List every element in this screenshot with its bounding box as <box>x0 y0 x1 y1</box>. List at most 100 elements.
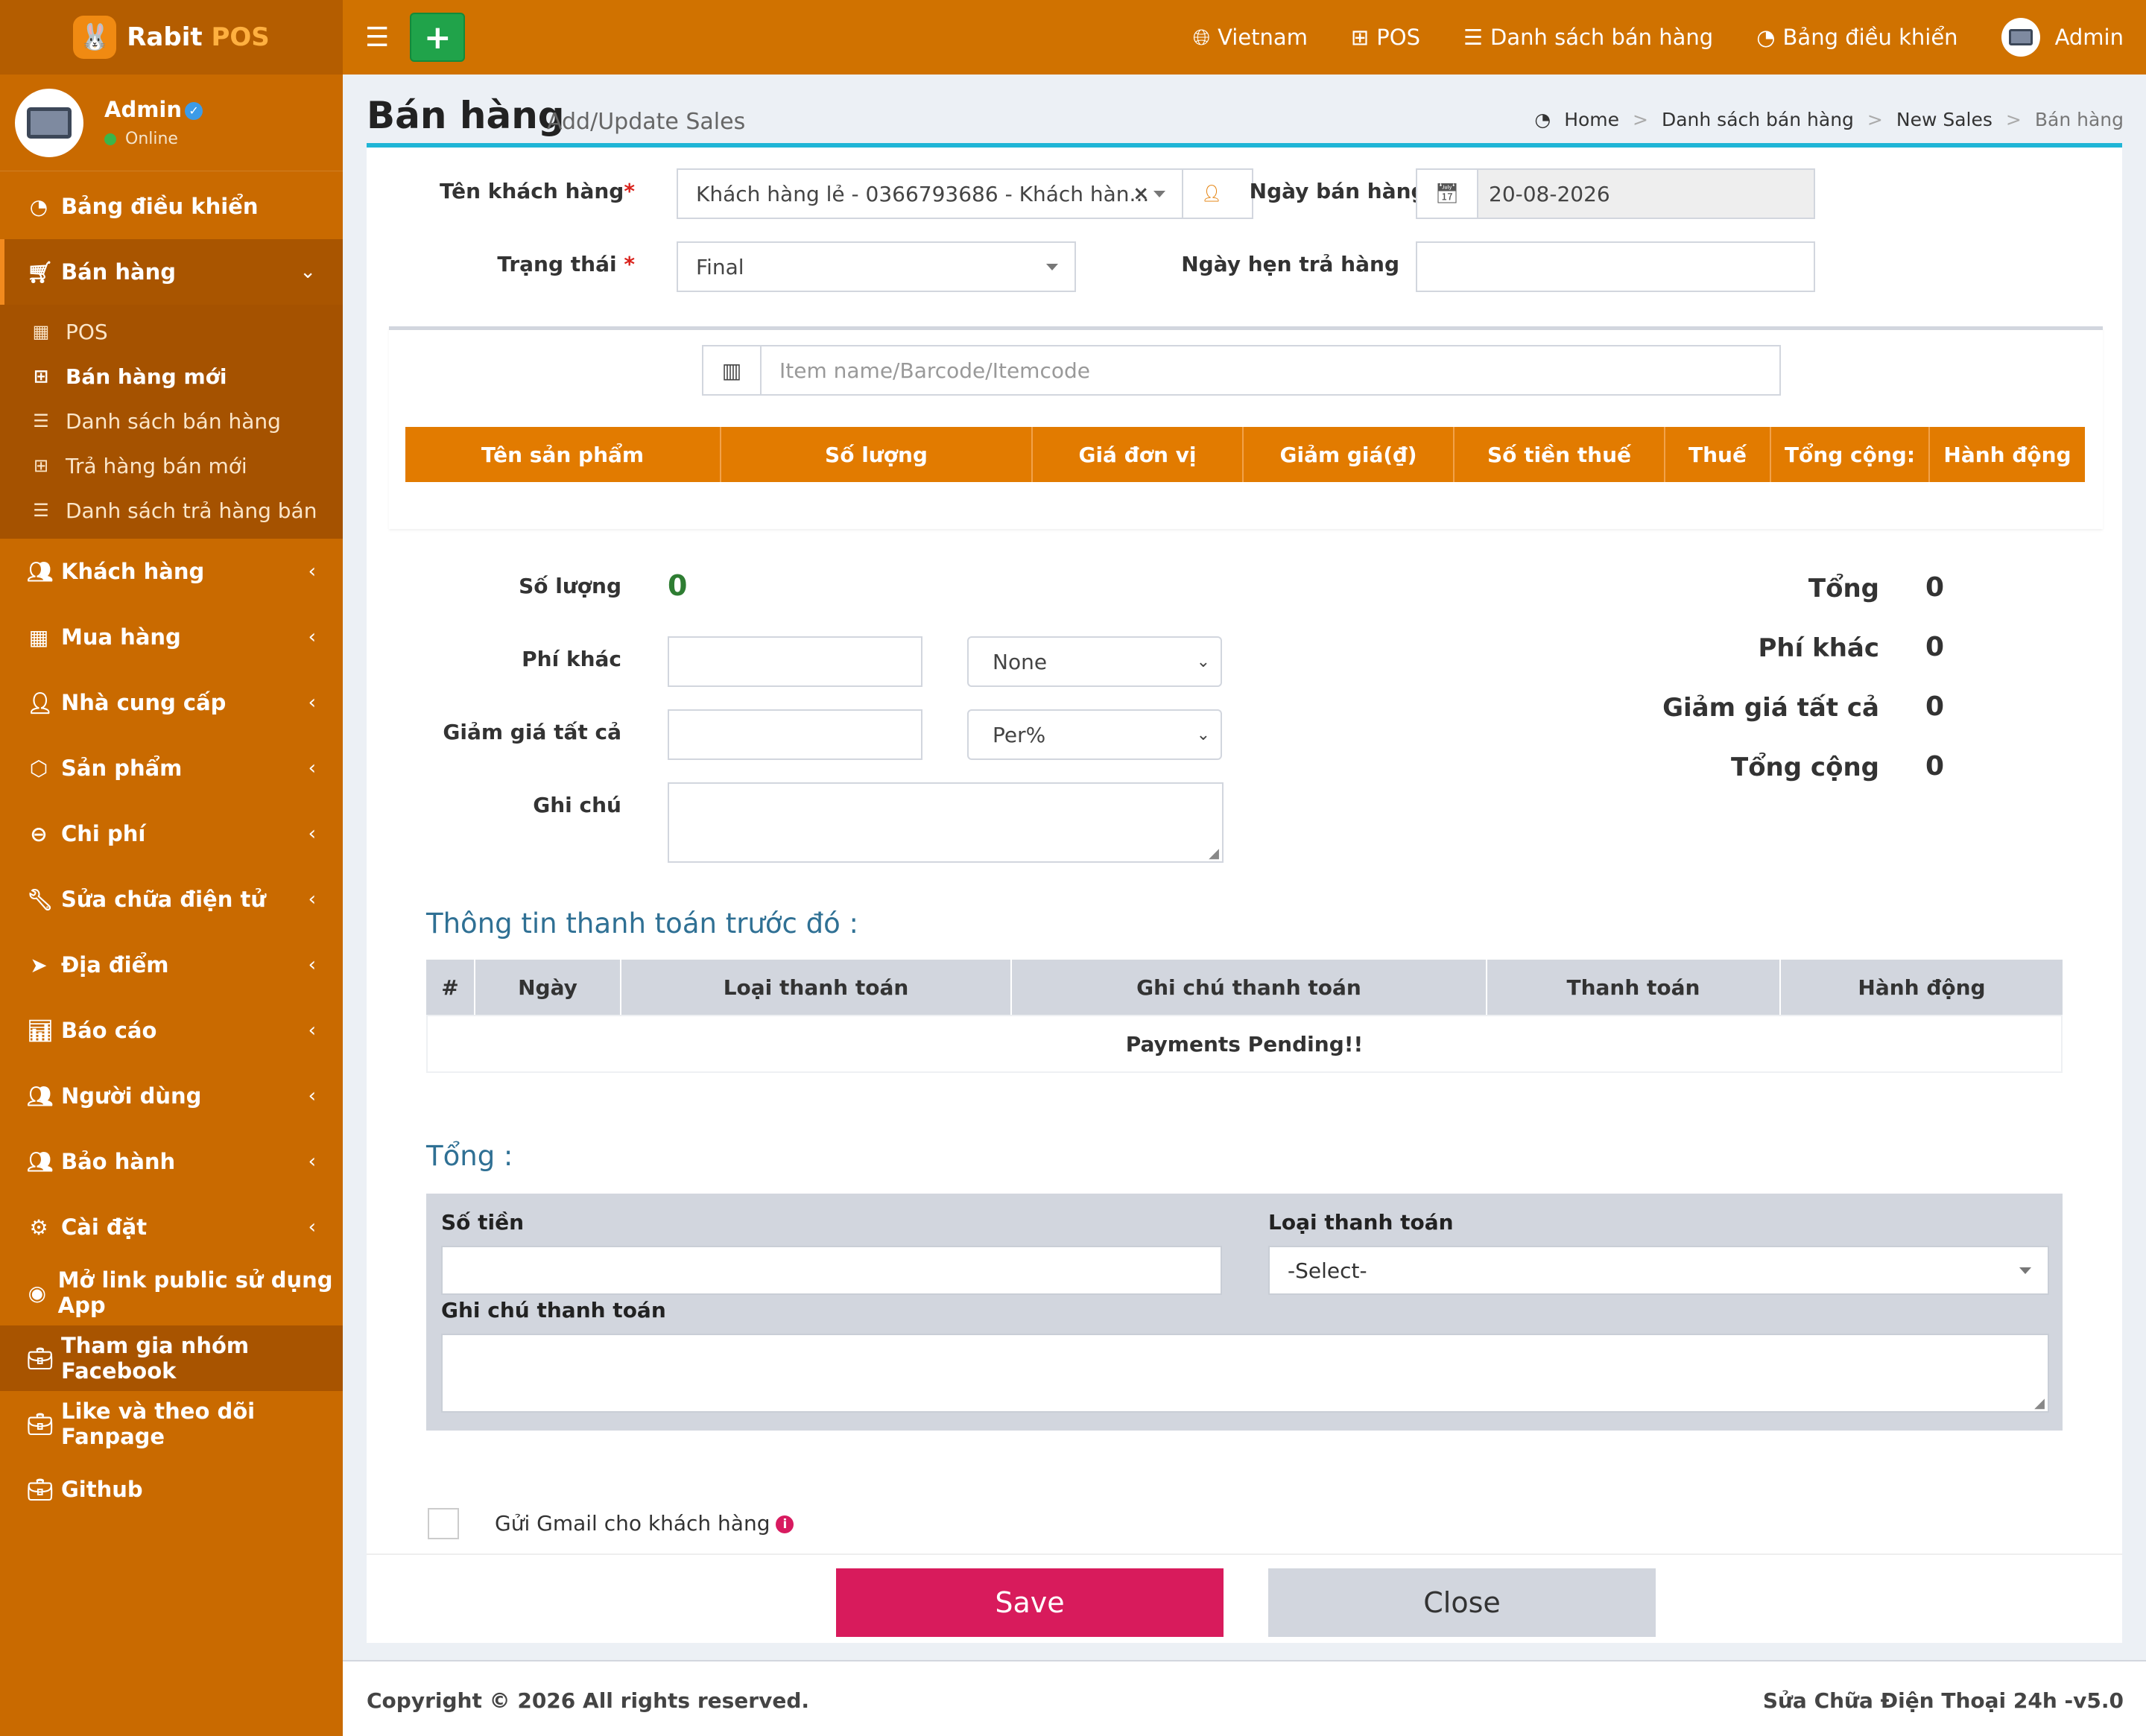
nav-language[interactable]: 🌐︎ Vietnam <box>1193 25 1308 51</box>
sidebar-item-label: Khách hàng <box>61 559 205 584</box>
sidebar-item-warranty[interactable]: 👥︎ Bảo hành ‹ <box>0 1129 343 1194</box>
sidebar-item-github[interactable]: 💼︎ Github <box>0 1457 343 1522</box>
hamburger-menu-icon[interactable]: ☰ <box>365 22 389 53</box>
th-payment: Thanh toán <box>1487 960 1781 1015</box>
location-arrow-icon: ➤ <box>30 952 48 978</box>
sales-form-box: Tên khách hàng* Khách hàng lẻ - 03667936… <box>367 143 2122 1643</box>
plus-square-icon: ⊞ <box>33 366 49 387</box>
sidebar-item-settings[interactable]: ⚙ Cài đặt ‹ <box>0 1194 343 1260</box>
sale-date-field[interactable]: 📅︎ 20-08-2026 <box>1416 168 1815 219</box>
nav-pos[interactable]: ⊞ POS <box>1351 25 1420 50</box>
users-icon: 👥︎ <box>27 1149 54 1174</box>
submenu-item-return-list[interactable]: ☰ Danh sách trả hàng bán <box>0 488 343 533</box>
discount-all-input[interactable] <box>668 709 922 760</box>
discount-total-label: Giảm giá tất cả <box>1662 693 1879 723</box>
sidebar-item-repairs[interactable]: 🔧︎ Sửa chữa điện tử ‹ <box>0 867 343 932</box>
status-label: Trạng thái * <box>396 252 635 276</box>
other-fee-select[interactable]: None ⌄ <box>967 636 1222 687</box>
breadcrumb-separator: > <box>1867 109 1883 130</box>
discount-type-select-value: Per% <box>993 722 1046 747</box>
note-textarea[interactable]: ◢ <box>668 782 1224 863</box>
brand-part2: POS <box>211 22 270 52</box>
items-panel: ▥ Item name/Barcode/Itemcode Tên sản phẩ… <box>389 326 2103 529</box>
payment-type-select[interactable]: -Select- <box>1268 1246 2049 1295</box>
submenu-item-label: Bán hàng mới <box>66 364 227 389</box>
submenu-item-new-sale[interactable]: ⊞ Bán hàng mới <box>0 354 343 399</box>
monitor-icon <box>2008 29 2033 45</box>
payment-note-textarea[interactable]: ◢ <box>441 1334 2049 1413</box>
barcode-icon: ▥ <box>702 345 762 396</box>
discount-type-select[interactable]: Per% ⌄ <box>967 709 1222 760</box>
chevron-left-icon: ‹ <box>308 888 316 910</box>
nav-sales-list[interactable]: ☰ Danh sách bán hàng <box>1463 25 1713 50</box>
user-panel: Admin ✓ Online <box>0 75 343 171</box>
logo[interactable]: 🐰 Rabit POS <box>0 0 343 75</box>
sidebar-item-sales[interactable]: 🛒︎ Bán hàng ⌄ <box>0 239 343 305</box>
sidebar-item-label: Github <box>61 1477 143 1502</box>
sale-date-label: Ngày bán hàng * <box>1179 179 1444 203</box>
sidebar-item-users[interactable]: 👥︎ Người dùng ‹ <box>0 1063 343 1129</box>
breadcrumb-separator: > <box>1633 109 1648 130</box>
sidebar-item-label: Bảng điều khiển <box>61 194 259 219</box>
dashboard-icon: ◔ <box>29 194 48 219</box>
other-fee-input[interactable] <box>668 636 922 687</box>
caret-down-icon <box>1153 191 1165 197</box>
save-button[interactable]: Save <box>836 1568 1224 1637</box>
amount-input[interactable] <box>441 1246 1222 1295</box>
brand-name: Rabit POS <box>127 22 270 52</box>
sale-date-label-text: Ngày bán hàng <box>1249 179 1426 203</box>
customer-select[interactable]: Khách hàng lẻ - 0366793686 - Khách hàn..… <box>677 168 1183 219</box>
user-name: Admin <box>104 97 183 122</box>
previous-payments-table: # Ngày Loại thanh toán Ghi chú thanh toá… <box>426 960 2063 1073</box>
chevron-left-icon: ‹ <box>308 954 316 976</box>
nav-dashboard[interactable]: ◔ Bảng điều khiển <box>1756 25 1957 50</box>
breadcrumb-separator: > <box>2005 109 2022 130</box>
sidebar-item-label: Báo cáo <box>61 1018 157 1043</box>
dashboard-icon: ◔ <box>1756 25 1776 50</box>
sidebar-item-purchases[interactable]: ▦ Mua hàng ‹ <box>0 604 343 670</box>
sidebar-item-suppliers[interactable]: 👤︎ Nhà cung cấp ‹ <box>0 670 343 735</box>
sidebar-item-products[interactable]: ⬡ Sản phẩm ‹ <box>0 735 343 801</box>
chevron-left-icon: ‹ <box>308 1216 316 1238</box>
rabbit-logo-icon: 🐰 <box>73 16 117 59</box>
sidebar-item-expenses[interactable]: ⊖ Chi phí ‹ <box>0 801 343 867</box>
total-value: 0 <box>1925 572 1945 603</box>
submenu-item-label: Danh sách bán hàng <box>66 408 281 434</box>
breadcrumb: ◔ Home > Danh sách bán hàng > New Sales … <box>1534 109 2124 130</box>
status-select[interactable]: Final <box>677 241 1076 292</box>
grand-total-value: 0 <box>1925 751 1945 782</box>
nav-avatar[interactable] <box>2001 18 2040 57</box>
sidebar-item-label: Sản phẩm <box>61 755 183 781</box>
send-email-checkbox[interactable] <box>428 1508 459 1539</box>
submenu-item-new-return[interactable]: ⊞ Trả hàng bán mới <box>0 443 343 488</box>
sidebar-item-public-link[interactable]: ◉ Mở link public sử dụng App <box>0 1260 343 1325</box>
breadcrumb-home[interactable]: Home <box>1564 109 1619 130</box>
add-new-button[interactable]: + <box>410 13 466 62</box>
calendar-icon: 📅︎ <box>1417 170 1478 218</box>
grand-total-label: Tổng cộng <box>1731 753 1879 782</box>
monitor-icon <box>27 107 72 139</box>
sidebar-item-facebook-group[interactable]: 💼︎ Tham gia nhóm Facebook <box>0 1325 343 1391</box>
submenu-item-pos[interactable]: ▦ POS <box>0 309 343 354</box>
breadcrumb-sales-list[interactable]: Danh sách bán hàng <box>1662 109 1854 130</box>
other-fee-total-value: 0 <box>1925 632 1945 662</box>
sidebar-item-customers[interactable]: 👥︎ Khách hàng ‹ <box>0 539 343 604</box>
breadcrumb-new-sales[interactable]: New Sales <box>1896 109 1993 130</box>
clear-icon[interactable]: × <box>1133 183 1149 205</box>
wrench-icon: 🔧︎ <box>27 887 54 912</box>
item-search-input[interactable]: Item name/Barcode/Itemcode <box>760 345 1781 396</box>
sidebar-item-reports[interactable]: 📊︎ Báo cáo ‹ <box>0 998 343 1063</box>
submenu-item-sales-list[interactable]: ☰ Danh sách bán hàng <box>0 399 343 443</box>
sidebar-item-dashboard[interactable]: ◔ Bảng điều khiển <box>0 174 343 239</box>
close-button[interactable]: Close <box>1268 1568 1656 1637</box>
amount-label: Số tiền <box>441 1210 525 1235</box>
sidebar-item-locations[interactable]: ➤ Địa điểm ‹ <box>0 932 343 998</box>
sidebar-item-fanpage[interactable]: 💼︎ Like và theo dõi Fanpage <box>0 1391 343 1457</box>
send-email-label[interactable]: Gửi Gmail cho khách hàng i <box>495 1511 794 1536</box>
return-date-field[interactable] <box>1416 241 1815 292</box>
nav-language-label: Vietnam <box>1218 25 1308 50</box>
sidebar-item-label: Nhà cung cấp <box>61 690 227 715</box>
nav-user-menu[interactable]: Admin <box>2055 25 2124 50</box>
copyright-text: Copyright © 2026 All rights reserved. <box>367 1688 810 1713</box>
plus-square-icon: ⊞ <box>33 455 49 476</box>
